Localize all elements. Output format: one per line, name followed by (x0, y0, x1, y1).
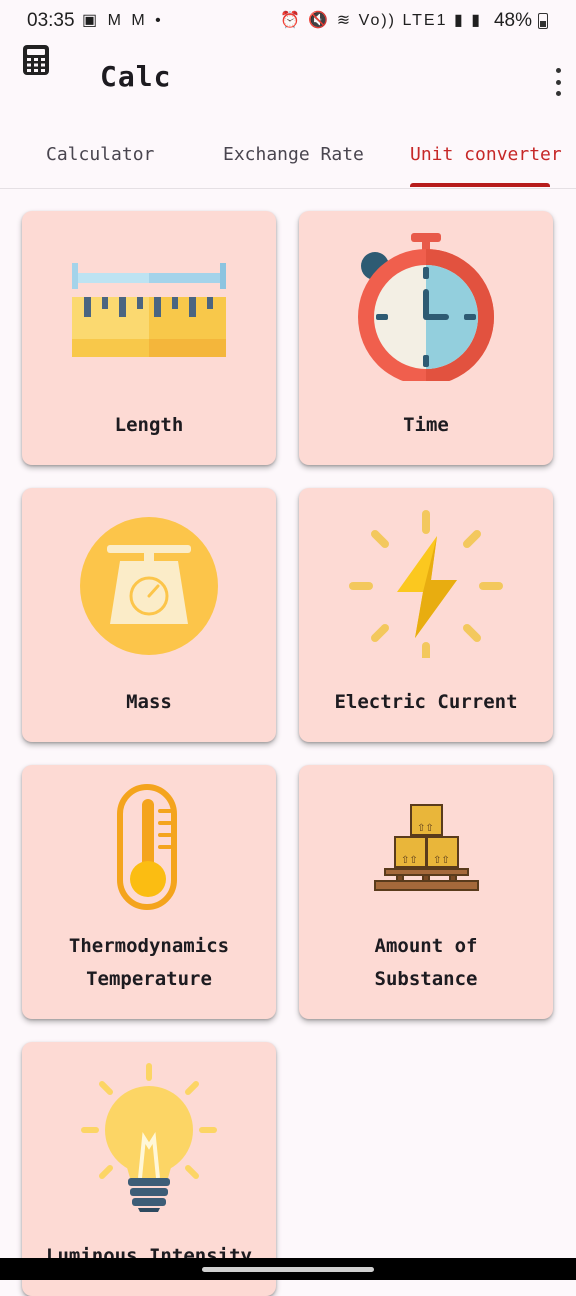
unit-card-label: Substance (374, 968, 478, 990)
unit-card-time[interactable]: Time (299, 211, 553, 465)
unit-card-electric-current[interactable]: Electric Current (299, 488, 553, 742)
stopwatch-icon (358, 233, 494, 381)
system-status-icons: ⏰ 🔇 ≋ Vo)) LTE1 ▮ ▮ (280, 12, 482, 29)
tab-indicator (410, 183, 550, 187)
unit-card-thermodynamics-temperature[interactable]: Thermodynamics Temperature (22, 765, 276, 1019)
svg-text:⇧⇧: ⇧⇧ (433, 855, 450, 866)
scale-icon (80, 517, 218, 655)
unit-card-label: Length (114, 414, 184, 436)
tab-bar: Calculator Exchange Rate Unit converter (0, 128, 576, 189)
calculator-icon (23, 45, 49, 75)
system-navigation-bar (0, 1258, 576, 1280)
lightning-icon (349, 510, 503, 658)
more-vert-icon (555, 68, 561, 73)
tab-unit-converter[interactable]: Unit converter (410, 144, 562, 165)
more-vert-dot (555, 79, 561, 85)
unit-card-label: Mass (126, 691, 172, 713)
battery-icon (538, 13, 548, 29)
svg-text:⇧⇧: ⇧⇧ (417, 823, 434, 834)
unit-card-amount-of-substance[interactable]: ⇧⇧ ⇧⇧ ⇧⇧ Amount of Substance (299, 765, 553, 1019)
more-vert-dot (555, 91, 561, 96)
lightbulb-icon (81, 1063, 217, 1212)
unit-card-length[interactable]: Length (22, 211, 276, 465)
status-bar: 03:35 ▣ M M • ⏰ 🔇 ≋ Vo)) LTE1 ▮ ▮ 48% (0, 0, 576, 40)
unit-card-label: Temperature (86, 968, 212, 990)
status-time: 03:35 (27, 10, 75, 31)
svg-text:⇧⇧: ⇧⇧ (401, 855, 418, 866)
ruler-icon (72, 263, 226, 357)
boxes-icon: ⇧⇧ ⇧⇧ ⇧⇧ (374, 804, 479, 891)
unit-card-mass[interactable]: Mass (22, 488, 276, 742)
battery-percent: 48% (493, 10, 532, 31)
unit-card-label: Thermodynamics (68, 935, 230, 957)
unit-card-label: Electric Current (334, 691, 518, 713)
gesture-handle[interactable] (202, 1267, 374, 1272)
notification-icons: ▣ M M • (82, 12, 164, 29)
tab-calculator[interactable]: Calculator (46, 144, 154, 165)
thermometer-icon (117, 784, 177, 910)
tab-exchange-rate[interactable]: Exchange Rate (223, 144, 364, 165)
overflow-menu-button[interactable] (550, 64, 566, 100)
unit-card-label: Amount of (374, 935, 478, 957)
app-title: Calc (100, 60, 172, 93)
unit-card-label: Time (403, 414, 449, 436)
